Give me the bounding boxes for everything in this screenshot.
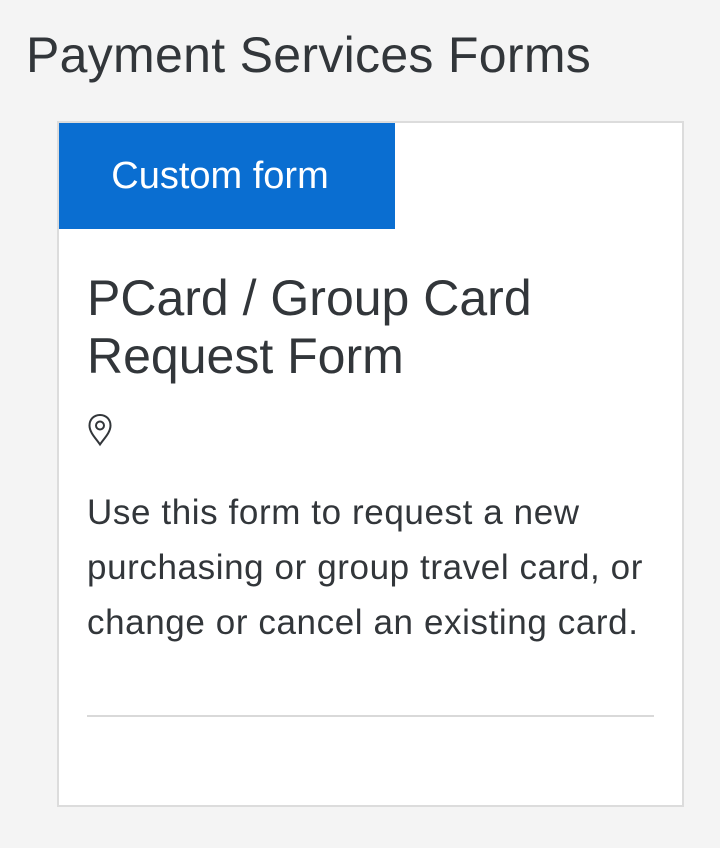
form-card[interactable]: Custom form PCard / Group Card Request F… xyxy=(57,121,684,807)
card-divider xyxy=(87,715,654,717)
card-title[interactable]: PCard / Group Card Request Form xyxy=(87,269,657,385)
map-pin-icon xyxy=(88,413,112,447)
custom-form-badge: Custom form xyxy=(59,123,395,229)
section-title: Payment Services Forms xyxy=(26,27,592,83)
card-description: Use this form to request a new purchasin… xyxy=(87,493,643,642)
